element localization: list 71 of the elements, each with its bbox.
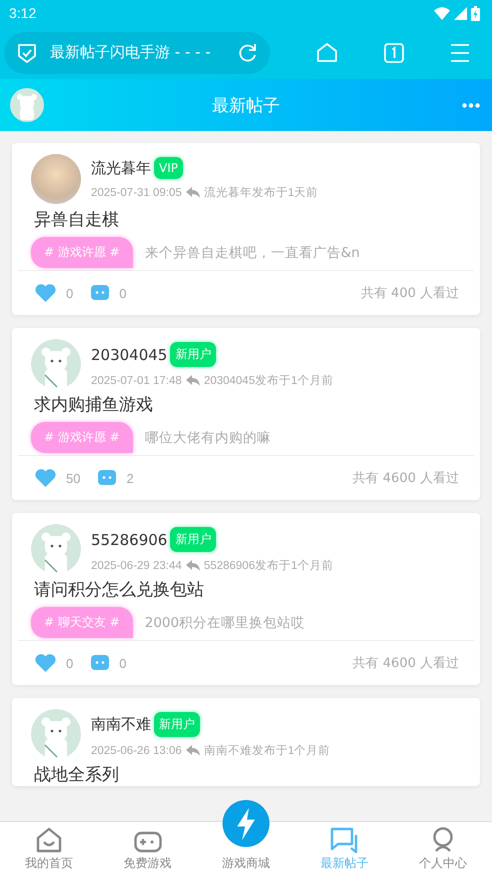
avatar-icon[interactable] (10, 88, 44, 122)
status-time: 3:12 (9, 5, 36, 21)
like-count: 50 (66, 470, 80, 486)
reply-arrow-icon (186, 560, 200, 571)
comment-icon[interactable] (91, 655, 110, 671)
like-count: 0 (66, 286, 74, 300)
post-date: 2025-06-29 23:44 (91, 560, 182, 572)
user-badge: 新用户 (154, 712, 200, 737)
comment-count: 2 (126, 470, 134, 486)
post-card[interactable]: 南南不难 新用户 2025-06-26 13:06 南南不难发布于1个月前 战地全系列 (12, 698, 480, 786)
like-count: 0 (66, 656, 74, 670)
gamepad-icon (134, 831, 162, 853)
user-name[interactable]: 20304045 (91, 346, 168, 364)
post-card[interactable]: 流光暮年 VIP 2025-07-31 09:05 流光暮年发布于1天前 异兽自走棋 # 游戏许愿 # 来个异兽自走棋吧，一直看广告&n 0 0 共有 400 人看过 (12, 143, 480, 315)
post-note: 流光暮年发布于1天前 (204, 185, 318, 200)
post-excerpt: 2000积分在哪里换包站哎 (144, 614, 306, 632)
header-title: 最新帖子 (212, 94, 280, 116)
comment-icon[interactable] (91, 285, 110, 301)
bear-avatar-icon (31, 524, 81, 574)
heart-icon[interactable] (35, 284, 56, 302)
shield-icon (18, 42, 36, 62)
post-title[interactable]: 异兽自走棋 (18, 204, 474, 231)
signal-icon (454, 6, 467, 20)
post-excerpt: 来个异兽自走棋吧，一直看广告&n (144, 244, 360, 262)
reply-arrow-icon (186, 187, 200, 198)
post-note: 20304045发布于1个月前 (204, 374, 334, 388)
heart-icon[interactable] (35, 469, 56, 487)
wifi-icon (434, 6, 450, 20)
comment-count: 0 (119, 656, 126, 670)
user-name[interactable]: 55286906 (91, 530, 168, 548)
nav-tab[interactable]: 游戏商城 (196, 800, 296, 875)
post-title[interactable]: 请问积分怎么兑换包站 (18, 574, 474, 601)
heart-icon[interactable] (35, 654, 56, 672)
menu-icon[interactable] (450, 44, 470, 62)
view-count: 共有 400 人看过 (360, 285, 459, 302)
reload-icon[interactable] (238, 42, 258, 62)
nav-tab[interactable]: 我的首页 (0, 822, 98, 875)
post-title[interactable]: 战地全系列 (18, 759, 474, 786)
user-badge: 新用户 (170, 342, 216, 367)
bear-avatar-icon (31, 339, 81, 389)
nav-tab[interactable]: 免费游戏 (98, 822, 197, 875)
user-badge: VIP (154, 157, 183, 179)
battery-icon (471, 6, 480, 20)
view-count: 共有 4600 人看过 (352, 470, 459, 487)
person-icon (430, 827, 455, 853)
more-icon[interactable] (462, 102, 480, 108)
post-date: 2025-07-31 09:05 (91, 186, 182, 198)
home-icon (36, 827, 62, 853)
post-title[interactable]: 求内购捕鱼游戏 (18, 389, 474, 416)
post-card[interactable]: 20304045 新用户 2025-07-01 17:48 20304045发布于1个月前 求内购捕鱼游戏 # 游戏许愿 # 哪位大佬有内购的嘛 50 2 共有 4600 人看过 (12, 328, 480, 500)
home-icon[interactable] (316, 42, 338, 62)
user-name[interactable]: 南南不难 (91, 715, 151, 734)
comment-count: 0 (119, 286, 126, 300)
post-excerpt: 哪位大佬有内购的嘛 (144, 428, 271, 446)
view-count: 共有 4600 人看过 (352, 655, 459, 672)
chat-icon (330, 827, 358, 853)
comment-icon[interactable] (98, 470, 116, 486)
nav-tab[interactable]: 个人中心 (394, 822, 492, 875)
reply-arrow-icon (186, 375, 200, 386)
tabs-icon[interactable] (384, 42, 404, 62)
user-name[interactable]: 流光暮年 (91, 158, 151, 178)
post-date: 2025-06-26 13:06 (91, 744, 182, 756)
user-badge: 新用户 (170, 527, 216, 552)
bear-avatar-icon (31, 709, 81, 759)
post-note: 55286906发布于1个月前 (204, 558, 334, 573)
page-title-text: 最新帖子闪电手游 - - - - (50, 43, 212, 62)
post-date: 2025-07-01 17:48 (91, 374, 182, 386)
post-card[interactable]: 55286906 新用户 2025-06-29 23:44 55286906发布于1个月前 请问积分怎么兑换包站 # 聊天交友 # 2000积分在哪里换包站哎 0 0 共有 4600 人看过 (12, 513, 480, 685)
reply-arrow-icon (186, 745, 200, 756)
post-note: 南南不难发布于1个月前 (204, 744, 330, 758)
avatar-photo-placeholder (31, 154, 81, 204)
